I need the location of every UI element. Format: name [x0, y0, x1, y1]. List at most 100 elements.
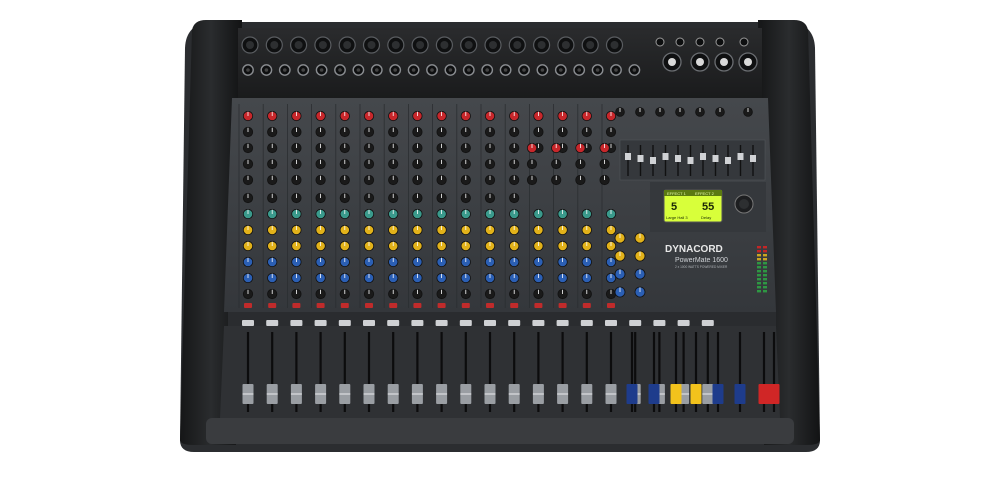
channel-knob[interactable]: [315, 174, 326, 186]
channel-knob[interactable]: [533, 224, 544, 236]
channel-knob[interactable]: [581, 240, 592, 252]
channel-knob[interactable]: [291, 256, 302, 268]
master-fader-monitor2[interactable]: [734, 384, 746, 404]
select-button[interactable]: [532, 320, 545, 326]
stereo-knob[interactable]: [526, 142, 538, 154]
channel-knob[interactable]: [509, 126, 520, 138]
channel-knob[interactable]: [363, 174, 375, 186]
channel-knob[interactable]: [509, 256, 520, 268]
channel-knob[interactable]: [291, 288, 302, 300]
stereo-knob[interactable]: [575, 174, 586, 186]
rear-jack[interactable]: [675, 37, 685, 47]
channel-knob[interactable]: [412, 256, 423, 268]
master-top-knob[interactable]: [715, 107, 725, 117]
channel-knob[interactable]: [363, 240, 375, 252]
rear-jack[interactable]: [655, 37, 665, 47]
geq-slider-cap[interactable]: [737, 153, 744, 160]
channel-knob[interactable]: [412, 288, 423, 300]
channel-knob[interactable]: [484, 192, 496, 204]
channel-knob[interactable]: [581, 208, 592, 220]
channel-knob[interactable]: [509, 208, 520, 220]
channel-knob[interactable]: [412, 272, 423, 284]
channel-knob[interactable]: [605, 288, 617, 300]
master-top-knob[interactable]: [655, 107, 665, 117]
mute-button[interactable]: [461, 303, 470, 308]
channel-knob[interactable]: [460, 208, 471, 220]
channel-knob[interactable]: [339, 288, 350, 300]
channel-knob[interactable]: [581, 256, 592, 268]
channel-knob[interactable]: [291, 110, 302, 122]
channel-knob[interactable]: [412, 142, 423, 154]
channel-knob[interactable]: [363, 208, 375, 220]
channel-knob[interactable]: [363, 158, 375, 170]
geq-slider-cap[interactable]: [650, 157, 656, 164]
rear-jack[interactable]: [739, 37, 749, 47]
channel-knob[interactable]: [315, 208, 326, 220]
channel-knob[interactable]: [242, 192, 254, 204]
channel-knob[interactable]: [388, 110, 399, 122]
channel-knob[interactable]: [484, 240, 496, 252]
channel-knob[interactable]: [460, 240, 471, 252]
stereo-knob[interactable]: [551, 142, 562, 154]
channel-knob[interactable]: [460, 192, 471, 204]
channel-knob[interactable]: [509, 288, 520, 300]
channel-knob[interactable]: [315, 224, 326, 236]
geq-slider-cap[interactable]: [625, 153, 631, 160]
channel-knob[interactable]: [315, 256, 326, 268]
channel-knob[interactable]: [388, 174, 399, 186]
channel-knob[interactable]: [581, 272, 592, 284]
channel-knob[interactable]: [388, 224, 399, 236]
channel-knob[interactable]: [533, 288, 544, 300]
stereo-knob[interactable]: [551, 174, 562, 186]
channel-knob[interactable]: [242, 126, 254, 138]
channel-knob[interactable]: [436, 110, 447, 122]
select-button[interactable]: [484, 320, 496, 326]
master-top-knob[interactable]: [743, 107, 753, 117]
select-button[interactable]: [411, 320, 424, 326]
stereo-knob[interactable]: [599, 174, 610, 186]
channel-knob[interactable]: [291, 224, 302, 236]
stereo-knob[interactable]: [575, 142, 586, 154]
channel-knob[interactable]: [436, 142, 447, 154]
channel-knob[interactable]: [291, 208, 302, 220]
master-send-knob[interactable]: [634, 286, 646, 298]
master-top-knob[interactable]: [635, 107, 645, 117]
channel-knob[interactable]: [557, 126, 568, 138]
channel-knob[interactable]: [484, 110, 496, 122]
channel-knob[interactable]: [412, 126, 423, 138]
channel-knob[interactable]: [339, 126, 350, 138]
select-button[interactable]: [314, 320, 327, 326]
channel-knob[interactable]: [339, 272, 350, 284]
channel-knob[interactable]: [436, 192, 447, 204]
channel-knob[interactable]: [509, 192, 520, 204]
stereo-knob[interactable]: [526, 158, 538, 170]
master-fader-aux1[interactable]: [626, 384, 638, 404]
mute-button[interactable]: [365, 303, 373, 308]
channel-knob[interactable]: [460, 256, 471, 268]
mute-button[interactable]: [486, 303, 494, 308]
channel-knob[interactable]: [460, 142, 471, 154]
master-top-knob[interactable]: [695, 107, 705, 117]
select-button[interactable]: [363, 320, 375, 326]
select-button[interactable]: [242, 320, 254, 326]
channel-knob[interactable]: [315, 158, 326, 170]
geq-slider-cap[interactable]: [750, 155, 756, 162]
master-send-knob[interactable]: [614, 250, 626, 262]
master-fader-master-l[interactable]: [758, 384, 770, 404]
channel-knob[interactable]: [484, 288, 496, 300]
channel-knob[interactable]: [242, 142, 254, 154]
mute-button[interactable]: [340, 303, 349, 308]
channel-knob[interactable]: [388, 288, 399, 300]
channel-knob[interactable]: [267, 256, 278, 268]
master-fader-aux2[interactable]: [648, 384, 660, 404]
channel-knob[interactable]: [388, 208, 399, 220]
channel-knob[interactable]: [267, 192, 278, 204]
channel-knob[interactable]: [557, 240, 568, 252]
channel-knob[interactable]: [242, 256, 254, 268]
channel-knob[interactable]: [267, 224, 278, 236]
select-button[interactable]: [435, 320, 448, 326]
channel-knob[interactable]: [339, 110, 350, 122]
master-send-knob[interactable]: [614, 232, 626, 244]
channel-knob[interactable]: [339, 158, 350, 170]
stereo-knob[interactable]: [526, 174, 538, 186]
